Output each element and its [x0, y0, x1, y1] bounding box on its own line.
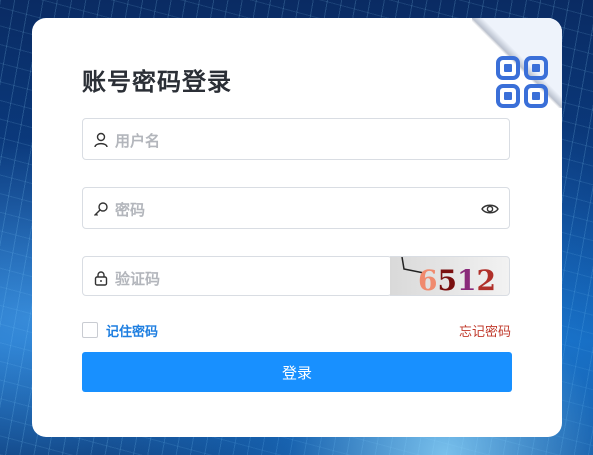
eye-icon[interactable]	[481, 201, 499, 217]
lock-icon	[94, 271, 108, 286]
captcha-text: 6512	[418, 264, 496, 296]
captcha-digit: 1	[457, 264, 476, 296]
captcha-digit: 6	[418, 264, 437, 296]
forgot-password-link[interactable]: 忘记密码	[459, 321, 511, 340]
login-button[interactable]: 登录	[82, 352, 512, 392]
username-placeholder: 用户名	[115, 132, 161, 150]
captcha-image[interactable]: 6512	[390, 256, 510, 296]
username-field[interactable]: 用户名	[82, 118, 510, 160]
user-icon	[94, 132, 108, 148]
password-field[interactable]: 密码	[82, 187, 510, 229]
captcha-placeholder: 验证码	[115, 270, 161, 288]
qrcode-icon	[496, 56, 548, 108]
page-title: 账号密码登录	[82, 68, 232, 96]
login-card: 账号密码登录 用户名 密码 验证码 6512 记住密码 忘记密码 登录	[32, 18, 562, 437]
captcha-digit: 5	[437, 264, 456, 296]
password-placeholder: 密码	[115, 201, 146, 219]
captcha-field[interactable]: 验证码	[82, 256, 392, 296]
remember-checkbox[interactable]	[82, 322, 98, 338]
key-icon	[94, 202, 108, 216]
captcha-digit: 2	[476, 264, 495, 296]
remember-label[interactable]: 记住密码	[106, 321, 158, 340]
qrcode-login-toggle[interactable]	[472, 18, 562, 108]
